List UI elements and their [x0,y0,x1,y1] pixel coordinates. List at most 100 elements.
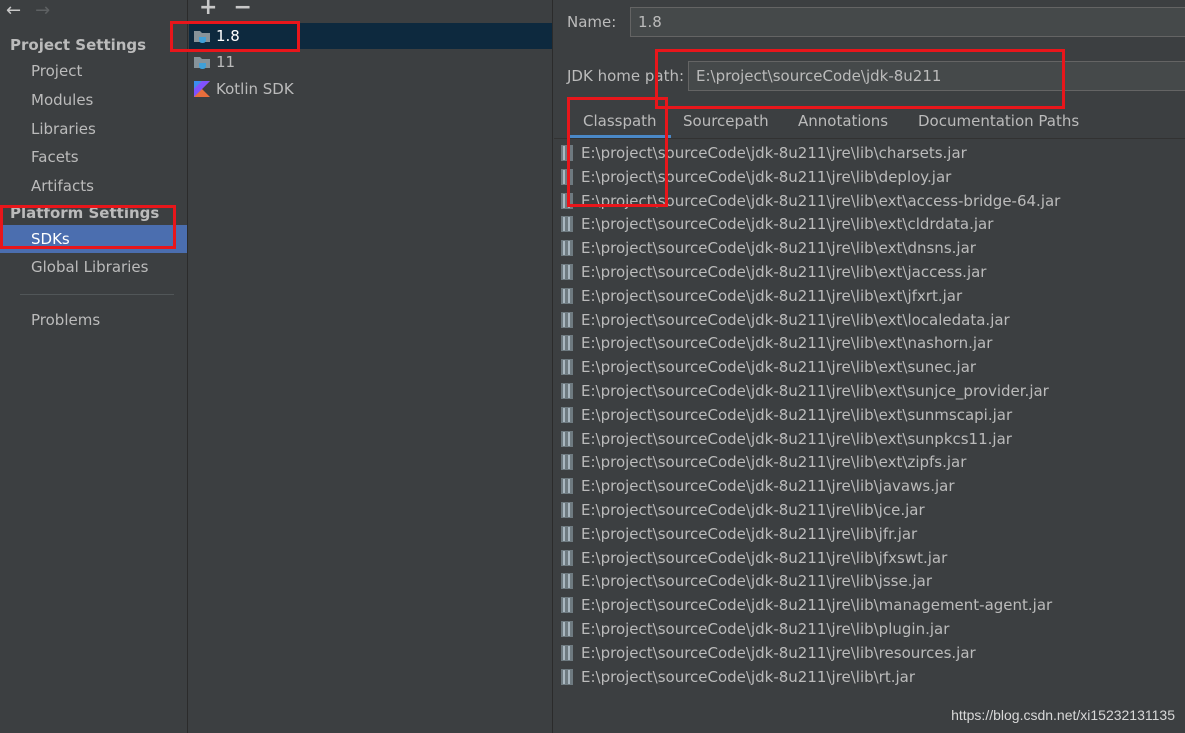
classpath-row[interactable]: E:\project\sourceCode\jdk-8u211\jre\lib\… [558,474,955,498]
sidebar-item-global-libraries[interactable]: Global Libraries [0,253,187,281]
classpath-path: E:\project\sourceCode\jdk-8u211\jre\lib\… [581,167,952,186]
sdk-item-label: 11 [216,53,236,71]
jdk-folder-icon [194,31,210,43]
sidebar-item-modules[interactable]: Modules [0,86,187,114]
classpath-path: E:\project\sourceCode\jdk-8u211\jre\lib\… [581,286,963,305]
classpath-path: E:\project\sourceCode\jdk-8u211\jre\lib\… [581,144,967,162]
classpath-row[interactable]: E:\project\sourceCode\jdk-8u211\jre\lib\… [558,212,993,236]
classpath-path: E:\project\sourceCode\jdk-8u211\jre\lib\… [581,429,1012,448]
sidebar-item-artifacts[interactable]: Artifacts [0,172,187,200]
classpath-row[interactable]: E:\project\sourceCode\jdk-8u211\jre\lib\… [558,498,925,522]
classpath-row[interactable]: E:\project\sourceCode\jdk-8u211\jre\lib\… [558,593,1052,617]
tab-sourcepath[interactable]: Sourcepath [669,106,783,138]
jar-file-icon [561,264,573,280]
classpath-path: E:\project\sourceCode\jdk-8u211\jre\lib\… [581,239,976,258]
sdk-item-label: 1.8 [216,27,240,45]
classpath-path: E:\project\sourceCode\jdk-8u211\jre\lib\… [581,572,933,591]
classpath-path: E:\project\sourceCode\jdk-8u211\jre\lib\… [581,382,1049,400]
jar-file-icon [561,406,573,423]
classpath-row[interactable]: E:\project\sourceCode\jdk-8u211\jre\lib\… [558,617,949,641]
sdk-detail-panel: Name: 1.8 JDK home path: E:\project\sour… [554,0,1185,733]
jar-file-icon [561,145,573,161]
classpath-path: E:\project\sourceCode\jdk-8u211\jre\lib\… [581,310,1010,329]
jar-file-icon [561,478,573,495]
jdk-home-label: JDK home path: [567,67,685,85]
classpath-row[interactable]: E:\project\sourceCode\jdk-8u211\jre\lib\… [558,260,986,284]
sidebar-item-project[interactable]: Project [0,57,187,85]
classpath-row[interactable]: E:\project\sourceCode\jdk-8u211\jre\lib\… [558,355,976,379]
sidebar-item-facets[interactable]: Facets [0,143,187,171]
jar-file-icon [561,597,573,614]
classpath-path: E:\project\sourceCode\jdk-8u211\jre\lib\… [581,263,987,281]
sdk-item-label: Kotlin SDK [216,80,294,98]
settings-sidebar: ← → Project Settings Project Modules Lib… [0,0,188,733]
sidebar-item-sdks[interactable]: SDKs [0,225,187,253]
tab-classpath[interactable]: Classpath [569,106,671,138]
arrow-right-icon: → [35,0,51,21]
jar-file-icon [561,621,573,637]
classpath-row[interactable]: E:\project\sourceCode\jdk-8u211\jre\lib\… [558,427,1012,451]
jar-file-icon [561,668,573,685]
jar-file-icon [561,335,573,352]
classpath-row[interactable]: E:\project\sourceCode\jdk-8u211\jre\lib\… [558,379,1049,403]
tab-annotations[interactable]: Annotations [784,106,902,138]
classpath-path: E:\project\sourceCode\jdk-8u211\jre\lib\… [581,453,967,472]
classpath-path: E:\project\sourceCode\jdk-8u211\jre\lib\… [581,524,918,543]
jar-file-icon [561,383,573,399]
classpath-list[interactable]: E:\project\sourceCode\jdk-8u211\jre\lib\… [554,140,1185,700]
jar-file-icon [561,168,573,185]
jar-file-icon [561,644,573,661]
classpath-row[interactable]: E:\project\sourceCode\jdk-8u211\jre\lib\… [558,165,951,189]
classpath-row[interactable]: E:\project\sourceCode\jdk-8u211\jre\lib\… [558,189,1060,213]
tab-bar: Classpath Sourcepath Annotations Documen… [554,106,1185,139]
classpath-path: E:\project\sourceCode\jdk-8u211\jre\lib\… [581,501,925,519]
jar-file-icon [561,359,573,376]
watermark-text: https://blog.csdn.net/xi15232131135 [951,707,1175,723]
platform-settings-header: Platform Settings [10,204,160,222]
jar-file-icon [561,311,573,328]
add-sdk-button[interactable]: + [199,0,217,20]
classpath-row[interactable]: E:\project\sourceCode\jdk-8u211\jre\lib\… [558,284,962,308]
classpath-row[interactable]: E:\project\sourceCode\jdk-8u211\jre\lib\… [558,236,976,260]
jdk-home-field[interactable]: E:\project\sourceCode\jdk-8u211 [688,61,1185,91]
classpath-row[interactable]: E:\project\sourceCode\jdk-8u211\jre\lib\… [558,522,917,546]
classpath-path: E:\project\sourceCode\jdk-8u211\jre\lib\… [581,358,977,377]
jar-file-icon [561,216,573,233]
nav-arrows: ← → [6,0,50,22]
classpath-row[interactable]: E:\project\sourceCode\jdk-8u211\jre\lib\… [558,403,1012,427]
jdk-folder-icon [194,57,210,69]
classpath-row[interactable]: E:\project\sourceCode\jdk-8u211\jre\lib\… [558,331,992,355]
jar-file-icon [561,430,573,447]
sdk-item-kotlin[interactable]: Kotlin SDK [189,76,552,102]
sidebar-divider [20,294,174,295]
classpath-path: E:\project\sourceCode\jdk-8u211\jre\lib\… [581,405,1013,424]
classpath-path: E:\project\sourceCode\jdk-8u211\jre\lib\… [581,596,1053,615]
classpath-path: E:\project\sourceCode\jdk-8u211\jre\lib\… [581,667,916,686]
sdk-item-1-8[interactable]: 1.8 [189,23,552,49]
classpath-path: E:\project\sourceCode\jdk-8u211\jre\lib\… [581,643,976,662]
classpath-row[interactable]: E:\project\sourceCode\jdk-8u211\jre\lib\… [558,308,1010,332]
jar-file-icon [561,502,573,518]
remove-sdk-button[interactable]: − [233,0,251,20]
classpath-row[interactable]: E:\project\sourceCode\jdk-8u211\jre\lib\… [558,546,947,570]
sdk-toolbar: + − [199,0,252,20]
jar-file-icon [561,240,573,257]
name-field[interactable]: 1.8 [630,7,1185,37]
classpath-row[interactable]: E:\project\sourceCode\jdk-8u211\jre\lib\… [558,569,932,593]
classpath-row[interactable]: E:\project\sourceCode\jdk-8u211\jre\lib\… [558,450,966,474]
arrow-left-icon[interactable]: ← [6,1,21,21]
classpath-row[interactable]: E:\project\sourceCode\jdk-8u211\jre\lib\… [558,665,915,689]
sidebar-item-problems[interactable]: Problems [0,306,187,334]
tab-documentation-paths[interactable]: Documentation Paths [904,106,1093,138]
classpath-row[interactable]: E:\project\sourceCode\jdk-8u211\jre\lib\… [558,141,967,165]
jar-file-icon [561,287,573,304]
name-label: Name: [567,13,617,31]
sdk-item-11[interactable]: 11 [189,49,552,75]
kotlin-icon [194,81,210,97]
sidebar-item-libraries[interactable]: Libraries [0,115,187,143]
jar-file-icon [561,525,573,542]
classpath-row[interactable]: E:\project\sourceCode\jdk-8u211\jre\lib\… [558,641,976,665]
jar-file-icon [561,573,573,590]
jar-file-icon [561,454,573,471]
sdk-list-panel: + − 1.8 11 Kotlin SDK [189,0,553,733]
